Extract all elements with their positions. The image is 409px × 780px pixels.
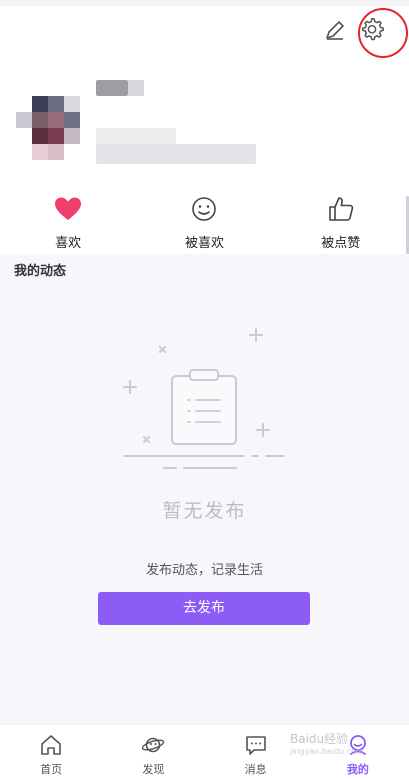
- stat-likes[interactable]: 喜欢: [8, 192, 128, 254]
- thumbs-up-icon: [329, 197, 354, 221]
- home-icon: [41, 735, 61, 755]
- status-bar: [0, 0, 409, 6]
- section-title: 我的动态: [14, 264, 67, 279]
- bio-blurred-line-2: [96, 144, 256, 164]
- stat-upvoted-label: 被点赞: [321, 236, 361, 251]
- empty-state-title: 暂无发布: [162, 500, 247, 522]
- watermark-text: Baidu经验: [290, 732, 349, 746]
- chat-icon: [245, 736, 266, 755]
- bio-blurred-line-1: [96, 128, 176, 144]
- publish-button[interactable]: 去发布: [98, 592, 310, 625]
- empty-state-subtitle: 发布动态，记录生活: [145, 563, 263, 578]
- baidu-jingyan-watermark: Baidu经验 jingyan.baidu.com: [290, 730, 364, 756]
- avatar[interactable]: [16, 96, 80, 160]
- stat-liked-by[interactable]: 被喜欢: [144, 192, 264, 254]
- smiley-icon: [192, 197, 217, 221]
- settings-highlight-circle: [358, 8, 408, 58]
- planet-icon: [142, 737, 165, 753]
- my-posts-section: 我的动态: [0, 254, 409, 724]
- watermark-url: jingyan.baidu.com: [290, 747, 364, 756]
- tab-home[interactable]: 首页: [16, 725, 86, 780]
- empty-clipboard-illustration: [123, 328, 285, 469]
- stat-likes-label: 喜欢: [55, 236, 82, 251]
- username-blurred: [96, 80, 128, 96]
- tab-discover-label: 发现: [142, 763, 165, 776]
- tab-messages[interactable]: 消息: [221, 725, 291, 780]
- stats-row: 喜欢 被喜欢 被点赞: [0, 192, 409, 254]
- tab-home-label: 首页: [40, 763, 63, 776]
- username-blurred-tail: [128, 80, 144, 96]
- tab-me-label: 我的: [346, 763, 369, 776]
- heart-icon: [55, 197, 82, 220]
- stat-upvoted[interactable]: 被点赞: [281, 192, 401, 254]
- pencil-icon[interactable]: [323, 18, 347, 42]
- tab-discover[interactable]: 发现: [118, 725, 188, 780]
- stat-liked-by-label: 被喜欢: [184, 236, 224, 251]
- tab-messages-label: 消息: [244, 763, 267, 776]
